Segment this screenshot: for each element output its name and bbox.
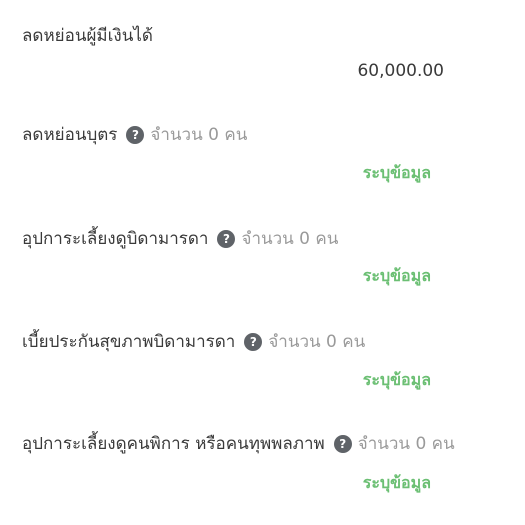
child-count-text: จำนวน 0 คน [150,125,248,145]
parent-support-specify-link[interactable]: ระบุข้อมูล [363,264,431,289]
parent-insurance-specify-link[interactable]: ระบุข้อมูล [363,368,431,393]
child-specify-link[interactable]: ระบุข้อมูล [363,161,431,186]
taxpayer-deduction-amount: 60,000.00 [357,61,444,81]
disabled-support-specify-link[interactable]: ระบุข้อมูล [363,471,431,496]
help-icon[interactable]: ? [244,332,263,351]
parent-support-count-text: จำนวน 0 คน [241,229,339,249]
disabled-support-count-text: จำนวน 0 คน [357,434,455,454]
child-deduction-label: ลดหย่อนบุตร [22,125,118,145]
parent-support-row: อุปการะเลี้ยงดูบิดามารดา ? จำนวน 0 คน [22,225,338,252]
parent-insurance-count-text: จำนวน 0 คน [268,332,366,352]
parent-support-label: อุปการะเลี้ยงดูบิดามารดา [22,229,209,249]
child-deduction-row: ลดหย่อนบุตร ? จำนวน 0 คน [22,121,247,148]
parent-insurance-label: เบี้ยประกันสุขภาพบิดามารดา [22,332,236,352]
help-icon[interactable]: ? [217,229,236,248]
parent-insurance-row: เบี้ยประกันสุขภาพบิดามารดา ? จำนวน 0 คน [22,328,365,355]
taxpayer-deduction-label: ลดหย่อนผู้มีเงินได้ [22,26,153,46]
help-icon[interactable]: ? [333,434,352,453]
deduction-panel: ลดหย่อนผู้มีเงินได้ 60,000.00 ลดหย่อนบุต… [0,0,525,525]
disabled-support-label: อุปการะเลี้ยงดูคนพิการ หรือคนทุพพลภาพ [22,434,325,454]
disabled-support-row: อุปการะเลี้ยงดูคนพิการ หรือคนทุพพลภาพ ? … [22,430,455,457]
help-icon[interactable]: ? [126,125,145,144]
taxpayer-deduction-label-row: ลดหย่อนผู้มีเงินได้ [22,22,153,49]
